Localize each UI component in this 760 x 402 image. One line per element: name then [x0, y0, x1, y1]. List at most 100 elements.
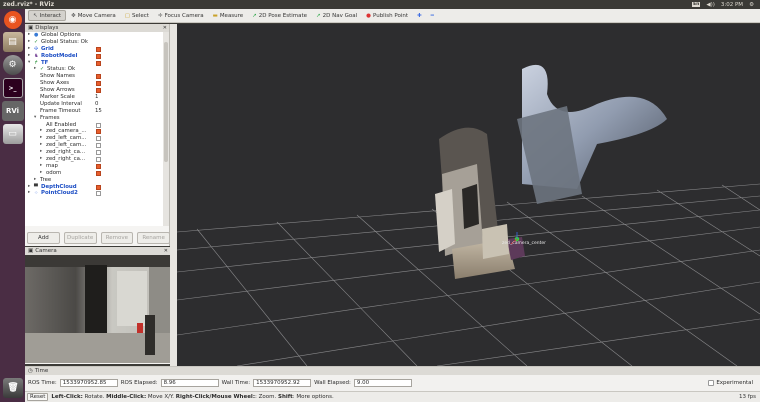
expand-arrow-icon[interactable]: ▸	[40, 149, 42, 156]
expand-arrow-icon[interactable]: ▸	[28, 32, 30, 39]
tool-2d-pose-estimate[interactable]: ➚ 2D Pose Estimate	[248, 10, 311, 21]
ros-time-field[interactable]: 1533970952.85	[59, 379, 118, 387]
system-settings-icon[interactable]: ⚙	[2, 55, 23, 75]
display-enable-checkbox[interactable]	[96, 184, 101, 190]
display-row[interactable]: Show Axes	[25, 80, 163, 87]
expand-arrow-icon[interactable]: ▸	[28, 190, 30, 197]
display-row[interactable]: ▸ zed_left_cam...	[25, 135, 163, 142]
expand-arrow-icon[interactable]: ▸	[40, 163, 42, 170]
display-row[interactable]: ▸ ✓ Status: Ok	[25, 66, 163, 73]
display-row[interactable]: ▾ Frames	[25, 115, 163, 122]
remove-tool-icon[interactable]: ━	[427, 10, 438, 21]
display-row[interactable]: ▾ ↱ TF	[25, 60, 163, 67]
tool-select[interactable]: ▢ Select	[121, 10, 153, 21]
display-row[interactable]: ▸ Tree	[25, 177, 163, 184]
scrollbar-thumb[interactable]	[164, 42, 168, 162]
display-row[interactable]: ▸ ⁘ PointCloud2	[25, 190, 163, 197]
clock[interactable]: 3:02 PM	[721, 2, 743, 8]
display-row[interactable]: All Enabled	[25, 122, 163, 129]
remove-button[interactable]: Remove	[100, 232, 134, 244]
expand-arrow-icon[interactable]: ▸	[28, 184, 30, 191]
3d-scene[interactable]	[177, 24, 760, 366]
display-row[interactable]: ▸ ✓ Global Status: Ok	[25, 39, 163, 46]
display-enable-checkbox[interactable]	[96, 129, 101, 135]
add-button[interactable]: Add	[27, 232, 60, 244]
tool-publish-point[interactable]: ● Publish Point	[362, 10, 412, 21]
volume-icon[interactable]: ◀))	[706, 2, 715, 8]
display-row[interactable]: ▸ ♞ RobotModel	[25, 53, 163, 60]
tool-2d-nav-goal[interactable]: ➚ 2D Nav Goal	[312, 10, 361, 21]
display-row-value[interactable]: 0	[95, 101, 98, 108]
wall-elapsed-field[interactable]: 9.00	[353, 379, 412, 387]
files-icon[interactable]: ▤	[2, 32, 23, 52]
experimental-checkbox[interactable]	[708, 380, 715, 386]
display-row-value[interactable]: 15	[95, 108, 102, 115]
display-row[interactable]: ▸ zed_right_ca...	[25, 149, 163, 156]
display-row-value[interactable]: 1	[95, 94, 98, 101]
display-enable-checkbox[interactable]	[96, 150, 101, 156]
tool-interact[interactable]: ↖ Interact	[28, 10, 67, 21]
add-tool-icon[interactable]: ✚	[413, 10, 426, 21]
3d-render-view[interactable]: zed_camera_center	[177, 24, 760, 366]
display-enable-checkbox[interactable]	[96, 122, 101, 128]
ros-elapsed-field[interactable]: 8.96	[160, 379, 219, 387]
display-row[interactable]: Marker Scale 1	[25, 94, 163, 101]
tool-move-camera[interactable]: ✥ Move Camera	[67, 10, 120, 21]
terminal-icon[interactable]: >_	[2, 78, 23, 98]
display-enable-checkbox[interactable]	[96, 46, 101, 52]
trash-icon[interactable]: 🗑	[3, 378, 23, 398]
expand-arrow-icon[interactable]: ▸	[34, 177, 36, 184]
displays-scrollbar[interactable]	[163, 32, 169, 226]
displays-tree[interactable]: ▸ ● Global Options ▸ ✓ Global Status: Ok ▸ ✣ Gri…	[25, 32, 163, 226]
expand-arrow-icon[interactable]: ▸	[40, 128, 42, 135]
expand-arrow-icon[interactable]: ▸	[40, 135, 42, 142]
wall-time-field[interactable]: 1533970952.92	[253, 379, 312, 387]
display-row[interactable]: Show Arrows	[25, 87, 163, 94]
display-row[interactable]: ▸ map	[25, 163, 163, 170]
display-row[interactable]: ▸ ✣ Grid	[25, 46, 163, 53]
expand-arrow-icon[interactable]: ▸	[40, 142, 42, 149]
display-enable-checkbox[interactable]	[96, 60, 101, 66]
collapse-arrow-icon[interactable]: ▾	[28, 60, 30, 67]
display-enable-checkbox[interactable]	[96, 170, 101, 176]
display-enable-checkbox[interactable]	[96, 163, 101, 169]
drive-icon[interactable]: ▭	[2, 124, 23, 144]
expand-arrow-icon[interactable]: ▸	[40, 156, 42, 163]
expand-arrow-icon[interactable]: ▸	[28, 46, 30, 53]
display-enable-checkbox[interactable]	[96, 53, 101, 59]
tool-measure[interactable]: ▬ Measure	[209, 10, 248, 21]
display-row[interactable]: Show Names	[25, 73, 163, 80]
display-enable-checkbox[interactable]	[96, 88, 101, 94]
display-enable-checkbox[interactable]	[96, 136, 101, 142]
ubuntu-dash-icon[interactable]: ◉	[3, 11, 22, 29]
display-row[interactable]: ▸ zed_right_ca...	[25, 156, 163, 163]
rename-button[interactable]: Rename	[137, 232, 170, 244]
display-enable-checkbox[interactable]	[96, 143, 101, 149]
display-enable-checkbox[interactable]	[96, 81, 101, 87]
settings-gear-icon[interactable]: ⚙	[749, 2, 754, 8]
tool-focus-camera[interactable]: ✛ Focus Camera	[154, 10, 208, 21]
display-enable-checkbox[interactable]	[96, 74, 101, 80]
display-row[interactable]: Update Interval 0	[25, 101, 163, 108]
display-row[interactable]: ▸ zed_camera_...	[25, 128, 163, 135]
rviz-app-icon[interactable]: RVi	[1, 101, 24, 121]
expand-arrow-icon[interactable]: ▸	[28, 53, 30, 60]
reset-button[interactable]: Reset	[27, 393, 49, 401]
experimental-toggle[interactable]: Experimental	[708, 380, 758, 386]
display-row[interactable]: Frame Timeout 15	[25, 108, 163, 115]
display-row[interactable]: ▸ ▀ DepthCloud	[25, 184, 163, 191]
display-row[interactable]: ▸ odom	[25, 170, 163, 177]
collapse-arrow-icon[interactable]: ▾	[34, 115, 36, 122]
duplicate-button[interactable]: Duplicate	[63, 232, 97, 244]
keyboard-layout-indicator[interactable]: En	[692, 2, 701, 7]
close-icon[interactable]: ✕	[164, 248, 168, 254]
expand-arrow-icon[interactable]: ▸	[40, 170, 42, 177]
panel-splitter[interactable]	[170, 24, 177, 366]
display-enable-checkbox[interactable]	[96, 157, 101, 163]
close-icon[interactable]: ✕	[163, 25, 167, 31]
expand-arrow-icon[interactable]: ▸	[28, 39, 30, 46]
display-row[interactable]: ▸ zed_left_cam...	[25, 142, 163, 149]
display-row[interactable]: ▸ ● Global Options	[25, 32, 163, 39]
expand-arrow-icon[interactable]: ▸	[34, 66, 36, 73]
display-enable-checkbox[interactable]	[96, 191, 101, 197]
